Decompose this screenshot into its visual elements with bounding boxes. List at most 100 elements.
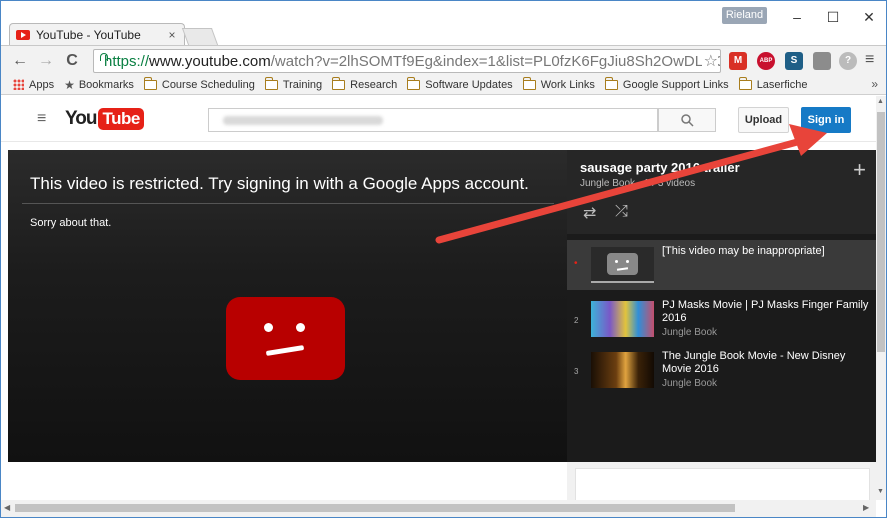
video-player[interactable]: This video is restricted. Try signing in… (8, 150, 567, 462)
url-host: www.youtube.com (149, 52, 271, 70)
blurred-search-text (223, 116, 383, 125)
folder-icon (143, 76, 157, 90)
sad-tv-eye (296, 323, 305, 332)
folder-icon (604, 76, 618, 90)
logo-you: You (65, 108, 98, 129)
search-input[interactable] (208, 108, 658, 132)
url-scheme: https:// (104, 52, 150, 70)
folder-icon (522, 76, 536, 90)
sign-in-button[interactable]: Sign in (801, 107, 851, 133)
gmail-extension-icon[interactable]: M (729, 52, 747, 70)
browser-window: YouTube - YouTube × Rieland – ☐ ✕ ← → C … (0, 0, 887, 518)
upload-button[interactable]: Upload (738, 107, 789, 133)
browser-tab[interactable]: YouTube - YouTube × (9, 23, 185, 45)
scroll-left-icon[interactable]: ◀ (4, 503, 10, 512)
tab-title: YouTube - YouTube (36, 27, 141, 42)
minimize-button[interactable]: – (787, 9, 807, 25)
video-thumbnail (591, 301, 654, 337)
reload-button[interactable]: C (63, 51, 81, 71)
playlist-item-index: 3 (574, 367, 579, 376)
bookmark-bookmarks[interactable]: ★ Bookmarks (64, 78, 134, 92)
bookmark-folder-label: Software Updates (425, 78, 513, 91)
bookmark-folder[interactable]: Software Updates (407, 76, 513, 91)
youtube-header: ≡ You Tube Upload Sign in (1, 96, 876, 142)
playlist-item-title-text: The Jungle Book Movie - New Disney Movie… (662, 350, 846, 375)
profile-badge[interactable]: Rieland (722, 7, 767, 24)
adblock-extension-icon[interactable]: ABP (757, 52, 775, 70)
video-thumbnail (591, 352, 654, 388)
scroll-up-icon[interactable]: ▲ (877, 98, 884, 105)
playlist-item-index: • (574, 258, 578, 269)
sidebar-below-playlist (567, 462, 876, 508)
scroll-right-icon[interactable]: ▶ (863, 503, 869, 512)
vertical-scrollbar[interactable]: ▲ ▼ (876, 96, 886, 500)
new-tab-button[interactable] (181, 28, 219, 45)
add-playlist-icon[interactable]: + (853, 159, 866, 181)
bookmark-folder-label: Laserfiche (756, 78, 808, 91)
bookmarks-overflow-icon[interactable]: » (871, 77, 878, 91)
bookmark-folder-label: Work Links (540, 78, 595, 91)
bookmark-apps[interactable]: Apps (13, 79, 54, 91)
playlist-title[interactable]: sausage party 2016 trailer (580, 160, 740, 175)
bookmark-folder[interactable]: Research (332, 76, 398, 91)
bookmark-folder[interactable]: Google Support Links (604, 76, 729, 91)
star-icon: ★ (64, 77, 75, 92)
playlist-controls: ⇄ ⤮ (567, 192, 876, 234)
search-button[interactable] (658, 108, 716, 132)
logo-tube: Tube (98, 108, 144, 130)
playlist-item[interactable]: 2 PJ Masks Movie | PJ Masks Finger Famil… (567, 294, 876, 344)
divider (22, 203, 554, 204)
folder-icon (332, 76, 346, 90)
chrome-menu-icon[interactable]: ≡ (865, 51, 874, 69)
square-extension-icon[interactable] (813, 52, 831, 70)
s-extension-icon[interactable]: S (785, 52, 803, 70)
scroll-down-icon[interactable]: ▼ (877, 488, 884, 495)
playlist-header: sausage party 2016 trailer Jungle Book -… (567, 150, 876, 192)
search-icon (680, 114, 694, 127)
close-button[interactable]: ✕ (859, 9, 879, 25)
folder-icon (738, 76, 752, 90)
sad-tv-mouth (265, 345, 305, 356)
shuffle-icon[interactable]: ⤮ (615, 203, 628, 221)
sad-tv-icon (226, 297, 345, 380)
youtube-logo[interactable]: You Tube (65, 108, 144, 130)
bookmark-folder-label: Google Support Links (622, 78, 729, 91)
help-extension-icon[interactable]: ? (839, 52, 857, 70)
playlist-item-channel: Jungle Book (662, 378, 718, 389)
bookmarks-bar: Apps ★ Bookmarks Course Scheduling Train… (1, 75, 886, 95)
back-button[interactable]: ← (11, 51, 29, 71)
sad-tv-eye (264, 323, 273, 332)
restricted-message: This video is restricted. Try signing in… (30, 174, 529, 193)
bookmark-bookmarks-label: Bookmarks (78, 78, 134, 91)
loop-icon[interactable]: ⇄ (583, 203, 596, 223)
forward-button[interactable]: → (37, 51, 55, 71)
playlist-item[interactable]: 3 The Jungle Book Movie - New Disney Mov… (567, 345, 876, 395)
bookmark-apps-label: Apps (29, 78, 55, 91)
browser-toolbar: ← → C https://www.youtube.com/watch?v=2l… (1, 45, 886, 75)
title-bar: YouTube - YouTube × Rieland – ☐ ✕ (1, 1, 886, 45)
bookmark-star-icon[interactable]: ☆ (701, 51, 718, 71)
bookmark-folder-label: Course Scheduling (161, 78, 255, 91)
youtube-favicon-icon (16, 29, 30, 40)
guide-menu-icon[interactable]: ≡ (37, 110, 46, 128)
playlist-panel: sausage party 2016 trailer Jungle Book -… (567, 150, 876, 462)
playlist-item-title-text: PJ Masks Movie | PJ Masks Finger Family … (662, 299, 869, 324)
horizontal-scroll-thumb[interactable] (15, 504, 735, 512)
maximize-button[interactable]: ☐ (823, 9, 843, 25)
sad-tv-mini-icon (607, 253, 638, 275)
sorry-message: Sorry about that. (30, 217, 112, 229)
bookmark-folder[interactable]: Work Links (522, 76, 595, 91)
tab-close-icon[interactable]: × (164, 28, 180, 42)
bookmark-folder-label: Research (350, 78, 398, 91)
address-bar[interactable]: https://www.youtube.com/watch?v=2lhSOMTf… (93, 49, 721, 73)
playlist-item-channel: Jungle Book (662, 327, 718, 338)
bookmark-folder[interactable]: Laserfiche (738, 76, 808, 91)
playlist-item-title: [This video may be inappropriate] (662, 245, 872, 258)
horizontal-scrollbar[interactable]: ◀ ▶ (1, 500, 876, 517)
folder-icon (407, 76, 421, 90)
vertical-scroll-thumb[interactable] (877, 112, 885, 352)
bookmark-folder[interactable]: Training (264, 76, 322, 91)
playlist-item[interactable]: • [This video may be inappropriate] (567, 240, 876, 290)
playlist-item-index: 2 (574, 316, 579, 325)
bookmark-folder[interactable]: Course Scheduling (143, 76, 255, 91)
